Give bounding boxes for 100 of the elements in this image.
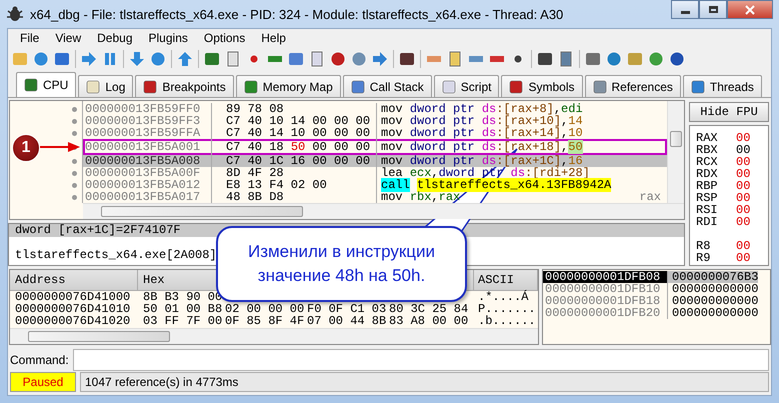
comment-cell: rax xyxy=(639,191,661,204)
menu-item[interactable]: View xyxy=(47,30,90,45)
address-cell-text: 0000000076D41020 xyxy=(14,315,132,328)
address-cell-text: 0000000076D41000 xyxy=(14,291,132,304)
ascii-cell-text: P....... xyxy=(477,303,537,316)
step-into-icon[interactable] xyxy=(129,51,145,68)
minimize-icon xyxy=(680,11,690,14)
tab[interactable]: Threads xyxy=(682,75,762,98)
register-value: 00 xyxy=(736,156,750,168)
register-name: RDI xyxy=(696,216,719,228)
column-header[interactable]: Address xyxy=(15,273,66,288)
row-dot-icon xyxy=(72,130,77,136)
hex-cell-text: 0F 85 8F 4F xyxy=(225,315,306,328)
hide-fpu-button[interactable]: Hide FPU xyxy=(689,102,769,122)
column-header[interactable]: Hex xyxy=(143,273,165,288)
bytes-cell: C7 40 14 10 00 00 00 xyxy=(212,127,377,140)
tab[interactable]: Memory Map xyxy=(236,75,341,98)
horizontal-scrollbar[interactable] xyxy=(83,203,684,220)
close-button[interactable] xyxy=(727,0,773,19)
bytes-cell: E8 13 F4 02 00 xyxy=(212,179,377,192)
hex-cell-text: 02 00 00 00 xyxy=(225,303,306,316)
hex-cell-text: 03 FF 7F 00 xyxy=(143,315,224,328)
register-name: RSP xyxy=(696,192,719,204)
address-cell: 000000013FB59FF3 xyxy=(83,115,212,128)
instruction-cell-text: mov dword ptr ds:[rax+10],14 xyxy=(380,115,583,128)
register-name: RBX xyxy=(696,144,719,156)
disassembly-row[interactable]: 000000013FB5A008 C7 40 1C 16 00 00 00 mov dword ptr ds:[rax+1C],16 xyxy=(83,155,667,168)
bytes-cell: C7 40 1C 16 00 00 00 xyxy=(212,155,377,168)
address-cell: 000000013FB59FF0 xyxy=(83,103,212,116)
row-dot-icon xyxy=(72,118,77,124)
maximize-button[interactable] xyxy=(699,0,727,19)
register-name: R8 xyxy=(696,240,712,252)
register-name: RAX xyxy=(696,132,719,144)
hex-cell-text: 83 A8 00 00 xyxy=(389,315,470,328)
stack-row[interactable]: 00000000001DFB20 000000000000 xyxy=(543,307,770,320)
column-header[interactable]: ASCII xyxy=(478,273,514,288)
stack-row[interactable]: 00000000001DFB10 000000000000 xyxy=(543,283,770,296)
pause-icon[interactable] xyxy=(102,51,118,68)
register-value: 00 xyxy=(736,192,750,204)
stack-row[interactable]: 00000000001DFB18 000000000000 xyxy=(543,295,770,308)
menu-item[interactable]: File xyxy=(12,30,48,45)
vertical-scrollbar[interactable] xyxy=(667,101,684,204)
address-cell: 000000013FB59FFA xyxy=(83,127,212,140)
instruction-cell-text: mov dword ptr ds:[rax+14],10 xyxy=(380,127,583,140)
register-value: 00 xyxy=(736,204,750,216)
menu-item[interactable]: Debug xyxy=(89,30,141,45)
instruction-cell-text: mov dword ptr ds:[rax+8],edi xyxy=(380,103,583,116)
bytes-cell: 89 78 08 xyxy=(212,103,377,116)
hex-cell-text: F0 0F C1 03 xyxy=(307,303,388,316)
close-icon xyxy=(745,4,755,14)
row-dot-icon xyxy=(72,170,77,176)
minimize-button[interactable] xyxy=(671,0,699,19)
status-message: 1047 reference(s) in 4773ms xyxy=(80,372,769,392)
register-value: 00 xyxy=(736,240,750,252)
disassembly-row[interactable]: 000000013FB59FF0 89 78 08 mov dword ptr ds:[rax+8],edi xyxy=(83,103,667,116)
tab[interactable]: Symbols xyxy=(501,75,582,98)
disassembly-row[interactable]: 000000013FB59FF3 C7 40 10 14 00 00 00 mov dword ptr ds:[rax+10],14 xyxy=(83,115,667,128)
row-dot-icon xyxy=(72,182,77,188)
disassembly-row[interactable]: 000000013FB59FFA C7 40 14 10 00 00 00 mov dword ptr ds:[rax+14],10 xyxy=(83,127,667,140)
row-dot-icon xyxy=(72,158,77,164)
register-name: RSI xyxy=(696,204,719,216)
stop-icon[interactable] xyxy=(54,51,70,68)
row-dot-icon xyxy=(72,194,77,200)
dark-square-icon[interactable] xyxy=(399,51,415,68)
tab[interactable]: Script xyxy=(434,75,500,98)
address-cell: 000000013FB5A012 xyxy=(83,179,212,192)
hex-cell-text: 07 00 44 8B xyxy=(307,315,388,328)
run-arrow-icon[interactable] xyxy=(81,51,97,68)
hex-cell-text: 80 3C 25 84 xyxy=(389,303,470,316)
tab[interactable]: Breakpoints xyxy=(135,75,234,98)
register-value: 00 xyxy=(736,252,750,264)
register-name: RDX xyxy=(696,168,719,180)
step-out-icon[interactable] xyxy=(177,51,193,68)
menu-item[interactable]: Options xyxy=(196,30,254,45)
horizontal-scrollbar[interactable] xyxy=(10,328,538,344)
address-cell: 000000013FB5A00F xyxy=(83,167,212,180)
register-value: 00 xyxy=(736,132,750,144)
tab[interactable]: CPU xyxy=(16,72,76,98)
instruction-cell-text: mov dword ptr ds:[rax+1C],16 xyxy=(380,155,583,168)
address-cell-text: 0000000076D41010 xyxy=(14,303,132,316)
register-name: RBP xyxy=(696,180,719,192)
register-name: RCX xyxy=(696,156,719,168)
command-field[interactable] xyxy=(72,348,769,371)
register-value: 00 xyxy=(736,144,750,156)
bytes-cell: 8D 4F 28 xyxy=(212,167,377,180)
register-value: 00 xyxy=(736,216,750,228)
address-cell: 000000013FB5A008 xyxy=(83,155,212,168)
menu-item[interactable]: Plugins xyxy=(140,30,196,45)
register-name: R9 xyxy=(696,252,712,264)
step-marker: 1 xyxy=(12,134,40,162)
tab[interactable]: References xyxy=(584,75,681,98)
tab[interactable]: Log xyxy=(78,75,134,98)
ascii-cell-text: .b...... xyxy=(477,315,537,328)
status-state: Paused xyxy=(10,372,76,392)
disassembly-row[interactable]: 000000013FB5A001 C7 40 18 50 00 00 00 mov dword ptr ds:[rax+18],50 xyxy=(83,139,667,156)
menu-item[interactable]: Help xyxy=(253,30,294,45)
bytes-cell: C7 40 10 14 00 00 00 xyxy=(212,115,377,128)
tab[interactable]: Call Stack xyxy=(342,75,432,98)
ascii-cell-text: .*....Á xyxy=(477,291,528,304)
row-dot-icon xyxy=(72,106,77,112)
